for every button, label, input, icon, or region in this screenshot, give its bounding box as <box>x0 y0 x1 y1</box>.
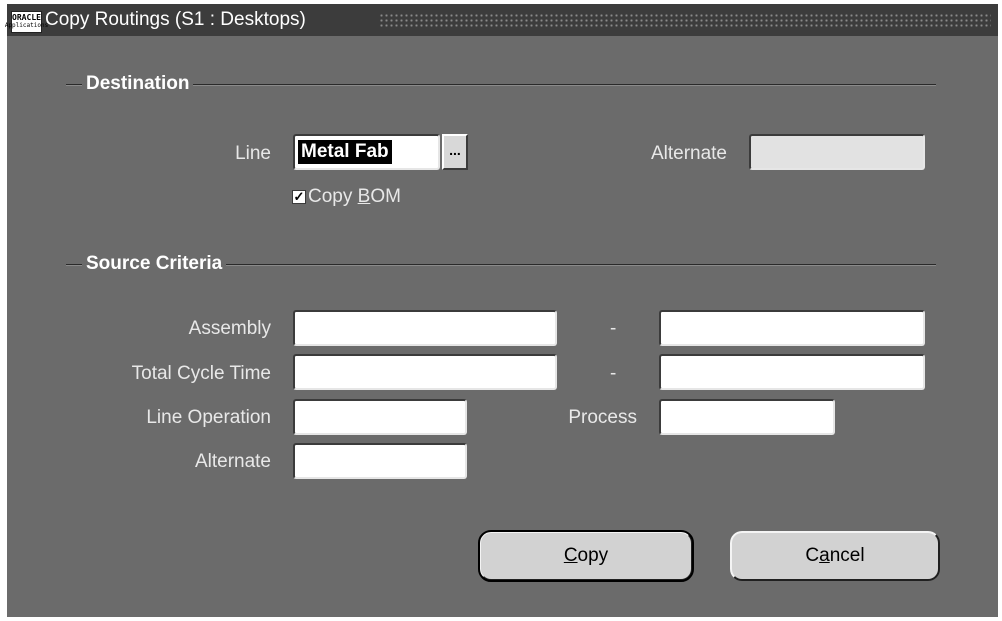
line-value: Metal Fab <box>298 140 392 164</box>
copy-routings-window: ORACLE Applications Copy Routings (S1 : … <box>5 4 998 617</box>
assembly-to-field[interactable] <box>659 310 925 346</box>
destination-alternate-label: Alternate <box>650 143 727 164</box>
icon-brand-text: ORACLE <box>12 13 41 22</box>
line-lov-button[interactable]: ... <box>442 134 468 170</box>
process-field[interactable] <box>659 399 835 435</box>
line-operation-field[interactable] <box>293 399 467 435</box>
copy-label-rest: opy <box>577 545 609 566</box>
window-title: Copy Routings (S1 : Desktops) <box>45 9 306 30</box>
assembly-range-dash: - <box>610 318 617 339</box>
icon-sub-text: Applications <box>4 22 49 29</box>
assembly-label: Assembly <box>188 318 271 339</box>
cancel-label-post: ncel <box>829 545 865 566</box>
assembly-from-field[interactable] <box>293 310 557 346</box>
copy-bom-label[interactable]: Copy BOM <box>308 186 401 208</box>
destination-group-line <box>66 84 936 86</box>
cancel-button[interactable]: Cancel <box>730 531 940 581</box>
title-bar[interactable]: ORACLE Applications Copy Routings (S1 : … <box>5 4 998 36</box>
process-label: Process <box>568 407 637 428</box>
cycle-time-to-field[interactable] <box>659 354 925 390</box>
source-alternate-field[interactable] <box>293 443 467 479</box>
copy-mnemonic: C <box>563 545 578 566</box>
cycle-time-from-field[interactable] <box>293 354 557 390</box>
oracle-app-icon: ORACLE Applications <box>5 11 48 33</box>
copy-bom-checkbox[interactable]: ✓ <box>292 190 306 204</box>
cancel-mnemonic: a <box>819 545 830 566</box>
cancel-label-pre: C <box>805 545 820 566</box>
copy-button[interactable]: Copy <box>478 530 694 582</box>
source-criteria-group-title: Source Criteria <box>82 253 227 275</box>
copy-bom-label-pre: Copy <box>308 186 358 207</box>
line-field[interactable]: Metal Fab <box>293 134 440 170</box>
total-cycle-time-label: Total Cycle Time <box>131 363 271 384</box>
title-bar-pattern <box>379 13 991 28</box>
line-operation-label: Line Operation <box>146 407 271 428</box>
destination-group-title: Destination <box>82 73 194 95</box>
source-alternate-label: Alternate <box>194 451 271 472</box>
destination-alternate-field[interactable] <box>749 134 925 170</box>
copy-bom-mnemonic: B <box>357 186 371 207</box>
line-label: Line <box>235 143 271 164</box>
cycle-time-range-dash: - <box>610 363 617 384</box>
copy-bom-label-post: OM <box>370 186 401 207</box>
